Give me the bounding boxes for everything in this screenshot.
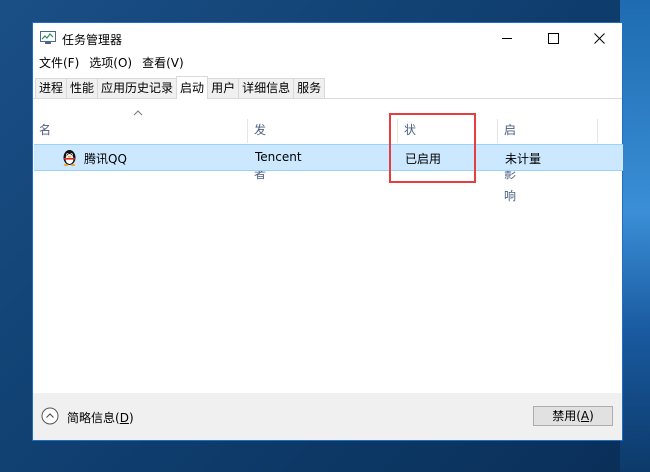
tab-users[interactable]: 用户 (207, 78, 240, 98)
disable-hotkey: A (580, 409, 590, 423)
close-icon (593, 32, 605, 44)
tab-startup[interactable]: 启动 (176, 76, 209, 99)
tab-strip: 进程 性能 应用历史记录 启动 用户 详细信息 服务 (35, 76, 326, 99)
menu-options[interactable]: 选项(O) (84, 54, 137, 72)
task-manager-icon (40, 31, 56, 44)
disable-button[interactable]: 禁用(A) (533, 406, 613, 426)
tab-processes[interactable]: 进程 (35, 78, 68, 98)
tab-divider (33, 98, 622, 99)
row-name: 腾讯QQ (84, 152, 127, 166)
fewer-details-suffix: ) (128, 411, 134, 425)
maximize-button[interactable] (530, 23, 576, 53)
qq-penguin-icon (63, 150, 76, 166)
column-separator[interactable] (497, 119, 498, 143)
title-bar[interactable]: 任务管理器 (33, 23, 622, 53)
chevron-up-circle-icon[interactable] (41, 407, 59, 425)
window-title: 任务管理器 (62, 33, 123, 47)
status-highlight-annotation (389, 113, 476, 183)
maximize-icon (547, 32, 559, 44)
row-publisher: Tencent (255, 150, 302, 164)
footer-bar: 简略信息(D) 禁用(A) (33, 393, 622, 440)
tab-services[interactable]: 服务 (293, 78, 326, 98)
fewer-details-text: 简略信息( (67, 411, 120, 425)
menu-view[interactable]: 查看(V) (137, 54, 189, 72)
column-separator[interactable] (597, 119, 598, 143)
column-separator[interactable] (247, 119, 248, 143)
row-impact: 未计量 (505, 152, 542, 166)
minimize-icon (502, 37, 512, 39)
disable-text: 禁用( (552, 409, 581, 423)
minimize-button[interactable] (484, 23, 530, 53)
sort-ascending-icon (133, 110, 143, 116)
fewer-details-hotkey: D (119, 411, 129, 425)
table-row[interactable]: 腾讯QQ Tencent 已启用 未计量 (34, 144, 623, 171)
task-manager-window: 任务管理器 文件(F) 选项(O) 查看(V) 进程 性能 应用历史记录 启动 … (32, 22, 623, 441)
close-button[interactable] (576, 23, 622, 53)
tab-performance[interactable]: 性能 (66, 78, 99, 98)
fewer-details-link[interactable]: 简略信息(D) (67, 409, 134, 426)
menu-file[interactable]: 文件(F) (33, 54, 84, 72)
tab-app-history[interactable]: 应用历史记录 (97, 78, 178, 98)
disable-suffix: ) (589, 409, 594, 423)
desktop-background (620, 0, 650, 472)
menu-bar: 文件(F) 选项(O) 查看(V) (33, 54, 189, 72)
tab-details[interactable]: 详细信息 (238, 78, 295, 98)
